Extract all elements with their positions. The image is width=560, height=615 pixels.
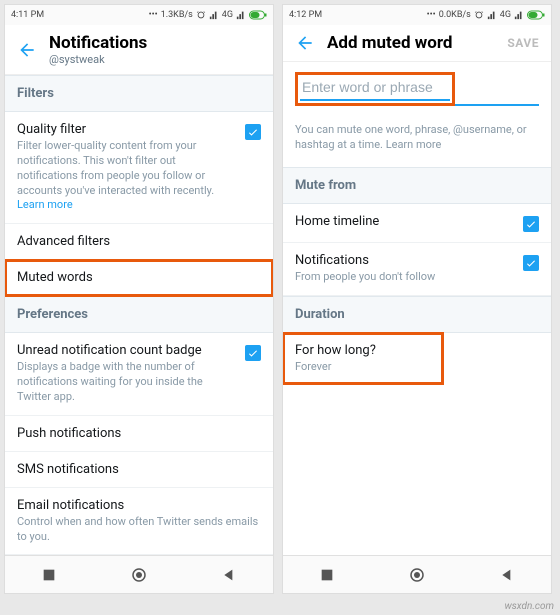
- email-notifications-label: Email notifications: [17, 498, 261, 513]
- for-how-long-label: For how long?: [295, 343, 431, 358]
- recent-apps-icon[interactable]: [41, 567, 57, 583]
- back-icon[interactable]: [499, 567, 515, 583]
- filters-header: Filters: [5, 75, 273, 112]
- notifications-screen: 4:11 PM ••• 1.3KB/s 4G Notifications @sy…: [4, 4, 274, 594]
- battery-icon: [249, 10, 267, 20]
- back-arrow-icon[interactable]: [295, 33, 315, 53]
- android-nav-bar: [283, 555, 551, 593]
- unread-badge-checkbox[interactable]: [245, 345, 261, 361]
- sms-notifications-item[interactable]: SMS notifications: [5, 452, 273, 488]
- quality-filter-label: Quality filter: [17, 122, 237, 137]
- push-notifications-item[interactable]: Push notifications: [5, 416, 273, 452]
- alarm-icon: [196, 10, 206, 20]
- app-bar: Notifications @systweak: [5, 25, 273, 75]
- learn-more-link[interactable]: Learn more: [386, 138, 442, 151]
- status-net: 4G: [222, 10, 233, 20]
- recent-apps-icon[interactable]: [319, 567, 335, 583]
- home-timeline-item[interactable]: Home timeline: [283, 204, 551, 243]
- page-title: Add muted word: [327, 33, 495, 53]
- back-arrow-icon[interactable]: [17, 40, 37, 60]
- home-timeline-checkbox[interactable]: [523, 216, 539, 232]
- preferences-header: Preferences: [5, 296, 273, 333]
- push-notifications-label: Push notifications: [17, 426, 261, 441]
- notifications-item[interactable]: Notifications From people you don't foll…: [283, 243, 551, 296]
- page-title: Notifications: [49, 33, 261, 53]
- quality-filter-checkbox[interactable]: [245, 124, 261, 140]
- notifications-label: Notifications: [295, 253, 515, 268]
- home-timeline-label: Home timeline: [295, 214, 515, 229]
- for-how-long-value: Forever: [295, 360, 431, 375]
- email-notifications-desc: Control when and how often Twitter sends…: [17, 515, 261, 545]
- watermark: wsxdn.com: [0, 598, 560, 615]
- status-speed: 1.3KB/s: [161, 10, 193, 20]
- mute-input-row: [283, 62, 551, 114]
- unread-badge-item[interactable]: Unread notification count badge Displays…: [5, 333, 273, 416]
- save-button[interactable]: SAVE: [507, 36, 539, 50]
- muted-words-item[interactable]: Muted words: [5, 260, 273, 296]
- page-subtitle: @systweak: [49, 53, 261, 66]
- quality-filter-item[interactable]: Quality filter Filter lower-quality cont…: [5, 112, 273, 224]
- home-icon[interactable]: [408, 566, 426, 584]
- unread-badge-label: Unread notification count badge: [17, 343, 237, 358]
- quality-filter-desc: Filter lower-quality content from your n…: [17, 139, 237, 213]
- status-time: 4:12 PM: [289, 10, 322, 20]
- alarm-icon: [474, 10, 484, 20]
- notifications-desc: From people you don't follow: [295, 270, 515, 285]
- sms-notifications-label: SMS notifications: [17, 462, 261, 477]
- status-bar: 4:11 PM ••• 1.3KB/s 4G: [5, 5, 273, 25]
- duration-header: Duration: [283, 296, 551, 333]
- learn-more-link[interactable]: Learn more: [17, 198, 73, 211]
- mute-from-header: Mute from: [283, 167, 551, 204]
- back-icon[interactable]: [221, 567, 237, 583]
- signal-icon: [487, 10, 497, 20]
- for-how-long-item[interactable]: For how long? Forever: [283, 333, 443, 385]
- mute-word-input[interactable]: [300, 75, 450, 101]
- status-net: 4G: [500, 10, 511, 20]
- notifications-checkbox[interactable]: [523, 255, 539, 271]
- add-muted-word-screen: 4:12 PM ••• 0.0KB/s 4G Add muted word SA…: [282, 4, 552, 594]
- status-speed: 0.0KB/s: [439, 10, 471, 20]
- battery-icon: [527, 10, 545, 20]
- unread-badge-desc: Displays a badge with the number of noti…: [17, 360, 237, 405]
- input-highlight: [295, 72, 455, 106]
- email-notifications-item[interactable]: Email notifications Control when and how…: [5, 488, 273, 556]
- signal-icon: [514, 10, 524, 20]
- status-time: 4:11 PM: [11, 10, 44, 20]
- android-nav-bar: [5, 555, 273, 593]
- status-bar: 4:12 PM ••• 0.0KB/s 4G: [283, 5, 551, 25]
- muted-words-label: Muted words: [17, 270, 261, 285]
- home-icon[interactable]: [130, 566, 148, 584]
- helper-text: You can mute one word, phrase, @username…: [283, 114, 551, 167]
- advanced-filters-item[interactable]: Advanced filters: [5, 224, 273, 260]
- app-bar: Add muted word SAVE: [283, 25, 551, 62]
- advanced-filters-label: Advanced filters: [17, 234, 261, 249]
- signal-icon: [236, 10, 246, 20]
- signal-icon: [209, 10, 219, 20]
